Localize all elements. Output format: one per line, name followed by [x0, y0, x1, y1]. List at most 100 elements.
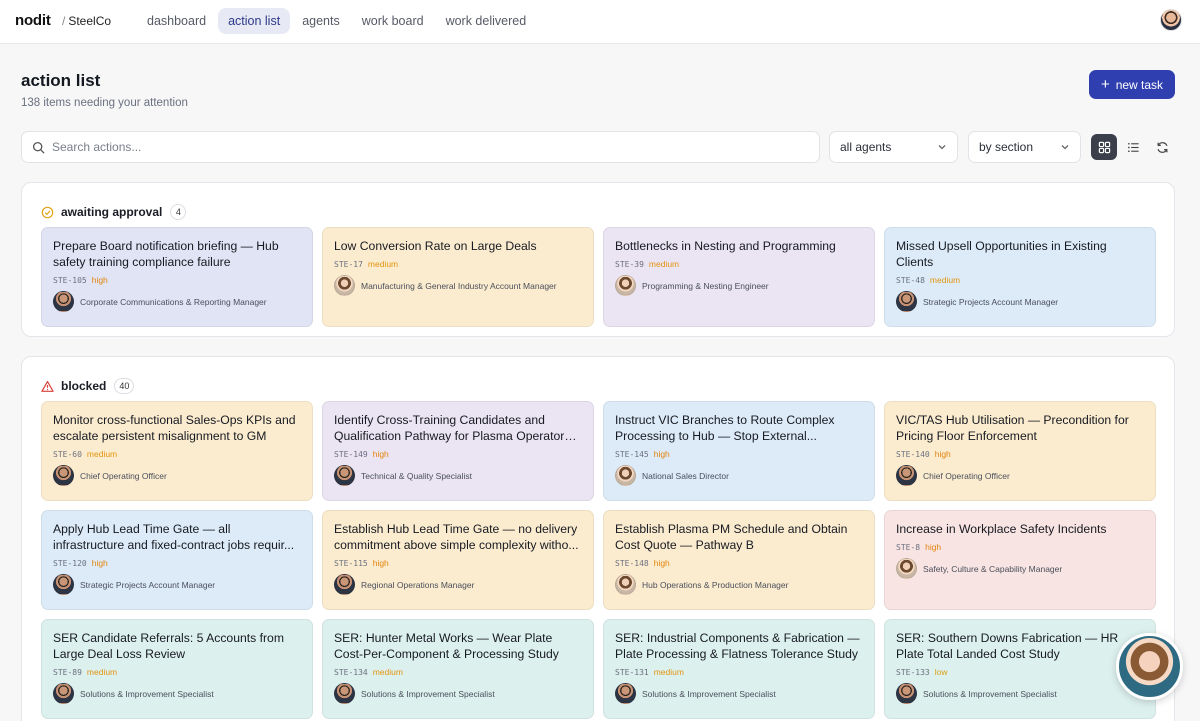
agent-avatar — [53, 574, 74, 595]
refresh-icon — [1156, 141, 1168, 153]
action-card[interactable]: VIC/TAS Hub Utilisation — Precondition f… — [884, 401, 1156, 501]
group-by-value: by section — [979, 140, 1034, 154]
org-breadcrumb[interactable]: / SteelCo — [62, 14, 111, 28]
card-meta: STE-120 high — [53, 558, 301, 568]
breadcrumb-separator: / — [62, 14, 66, 28]
card-title: Bottlenecks in Nesting and Programming — [615, 239, 836, 253]
tab-agents[interactable]: agents — [292, 8, 350, 34]
card-id: STE-48 — [896, 275, 925, 285]
brand-logo[interactable]: nodit — [15, 12, 51, 29]
priority-label: high — [372, 449, 389, 459]
section-title: awaiting approval — [61, 205, 163, 219]
card-owner: Solutions & Improvement Specialist — [53, 683, 301, 704]
card-meta: STE-105 high — [53, 275, 301, 285]
action-card[interactable]: Monitor cross-functional Sales-Ops KPIs … — [41, 401, 313, 501]
refresh-button[interactable] — [1149, 134, 1175, 160]
card-id: STE-115 — [334, 558, 368, 568]
action-card[interactable]: Bottlenecks in Nesting and Programming S… — [603, 227, 875, 327]
action-card[interactable]: SER Candidate Referrals: 5 Accounts from… — [41, 619, 313, 719]
search-box[interactable] — [21, 131, 820, 163]
action-card[interactable]: Prepare Board notification briefing — Hu… — [41, 227, 313, 327]
card-id: STE-39 — [615, 259, 644, 269]
agent-role: Solutions & Improvement Specialist — [80, 688, 214, 699]
card-title: Low Conversion Rate on Large Deals — [334, 239, 537, 253]
agent-avatar — [334, 683, 355, 704]
agent-role: Regional Operations Manager — [361, 579, 475, 590]
agent-avatar — [896, 558, 917, 579]
grid-view-button[interactable] — [1091, 134, 1117, 160]
new-task-label: new task — [1115, 77, 1164, 92]
search-input[interactable] — [52, 140, 752, 154]
card-id: STE-17 — [334, 259, 363, 269]
priority-label: medium — [648, 259, 680, 269]
priority-label: medium — [653, 667, 684, 677]
tab-dashboard[interactable]: dashboard — [137, 8, 216, 34]
card-title: SER: Southern Downs Fabrication — HR Pla… — [896, 631, 1119, 661]
agent-role: Strategic Projects Account Manager — [80, 579, 216, 590]
assistant-avatar-button[interactable] — [1116, 633, 1183, 700]
action-card[interactable]: Low Conversion Rate on Large Deals STE-1… — [322, 227, 594, 327]
agent-role: Hub Operations & Production Manager — [642, 579, 789, 590]
agents-filter-select[interactable]: all agents — [829, 131, 958, 163]
action-card[interactable]: Establish Plasma PM Schedule and Obtain … — [603, 510, 875, 610]
card-meta: STE-140 high — [896, 449, 1144, 459]
action-card[interactable]: Establish Hub Lead Time Gate — no delive… — [322, 510, 594, 610]
action-card[interactable]: SER: Hunter Metal Works — Wear Plate Cos… — [322, 619, 594, 719]
card-meta: STE-60 medium — [53, 449, 301, 459]
chevron-down-icon — [938, 145, 946, 150]
card-title: VIC/TAS Hub Utilisation — Precondition f… — [896, 413, 1129, 443]
check-circle-icon — [41, 206, 54, 218]
section-blocked: blocked 40 Monitor cross-functional Sale… — [21, 356, 1175, 721]
section-count-badge: 40 — [114, 378, 135, 394]
card-id: STE-105 — [53, 275, 87, 285]
user-avatar[interactable] — [1160, 9, 1182, 31]
card-meta: STE-39 medium — [615, 259, 863, 269]
card-id: STE-149 — [334, 449, 368, 459]
card-meta: STE-131 medium — [615, 667, 863, 677]
agent-avatar — [615, 465, 636, 486]
card-owner: Strategic Projects Account Manager — [896, 291, 1144, 312]
group-by-select[interactable]: by section — [968, 131, 1081, 163]
card-owner: Solutions & Improvement Specialist — [615, 683, 863, 704]
tab-action-list[interactable]: action list — [218, 8, 291, 34]
card-owner: National Sales Director — [615, 465, 863, 486]
card-owner: Corporate Communications & Reporting Man… — [53, 291, 301, 312]
priority-label: medium — [86, 667, 118, 677]
card-title: Instruct VIC Branches to Route Complex P… — [615, 413, 835, 443]
priority-label: low — [934, 667, 948, 677]
agent-role: Chief Operating Officer — [923, 470, 1010, 481]
card-owner: Hub Operations & Production Manager — [615, 574, 863, 595]
agent-role: Technical & Quality Specialist — [361, 470, 473, 481]
priority-label: high — [372, 558, 389, 568]
card-title: Establish Plasma PM Schedule and Obtain … — [615, 522, 848, 552]
card-title: Establish Hub Lead Time Gate — no delive… — [334, 522, 579, 552]
priority-label: high — [653, 449, 670, 459]
new-task-button[interactable]: + new task — [1089, 70, 1175, 99]
card-title: SER: Industrial Components & Fabrication… — [615, 631, 860, 661]
action-card[interactable]: Apply Hub Lead Time Gate — all infrastru… — [41, 510, 313, 610]
tab-work-board[interactable]: work board — [352, 8, 434, 34]
section-header[interactable]: awaiting approval 4 — [41, 203, 187, 221]
action-card[interactable]: SER: Industrial Components & Fabrication… — [603, 619, 875, 719]
action-card[interactable]: Increase in Workplace Safety Incidents S… — [884, 510, 1156, 610]
card-owner: Manufacturing & General Industry Account… — [334, 275, 582, 296]
agent-avatar — [615, 683, 636, 704]
agent-role: Strategic Projects Account Manager — [923, 296, 1059, 307]
agent-role: Solutions & Improvement Specialist — [642, 688, 776, 699]
agent-role: Corporate Communications & Reporting Man… — [80, 296, 267, 307]
agent-avatar — [334, 574, 355, 595]
tab-work-delivered[interactable]: work delivered — [436, 8, 537, 34]
section-header[interactable]: blocked 40 — [41, 377, 135, 395]
search-icon — [32, 141, 45, 153]
priority-label: high — [91, 558, 108, 568]
list-view-button[interactable] — [1120, 134, 1146, 160]
agent-role: National Sales Director — [642, 470, 729, 481]
priority-label: high — [925, 542, 942, 552]
nav-tabs: dashboard action list agents work board … — [137, 8, 538, 34]
action-card[interactable]: Missed Upsell Opportunities in Existing … — [884, 227, 1156, 327]
action-card[interactable]: Instruct VIC Branches to Route Complex P… — [603, 401, 875, 501]
agent-avatar — [896, 465, 917, 486]
card-id: STE-140 — [896, 449, 930, 459]
action-card[interactable]: Identify Cross-Training Candidates and Q… — [322, 401, 594, 501]
card-title: SER Candidate Referrals: 5 Accounts from… — [53, 631, 284, 661]
